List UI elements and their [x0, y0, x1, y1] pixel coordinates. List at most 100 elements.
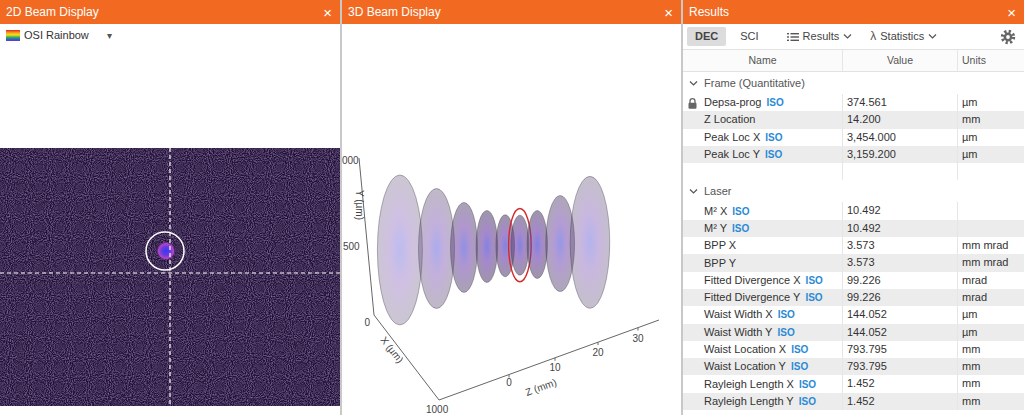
result-row[interactable]: Peak Loc XISO3,454.000µm	[683, 129, 1024, 146]
results-header: Results ×	[683, 0, 1024, 24]
value-cell: 1.452	[843, 393, 958, 410]
row-name: M² X	[704, 204, 727, 219]
row-name: Rayleigh Length Y	[704, 394, 794, 409]
units-cell: mm mrad	[958, 237, 1024, 254]
result-row[interactable]: Rayleigh Length XISO1.452mm	[683, 375, 1024, 392]
group-header[interactable]: Frame (Quantitative)	[683, 72, 1024, 94]
row-name: Waist Width X	[704, 307, 773, 322]
value-cell: 374.561	[843, 94, 958, 111]
value-cell: 14.200	[843, 111, 958, 128]
name-cell: Peak Loc YISO	[683, 146, 843, 163]
result-row[interactable]: Depsa-progISO374.561µm	[683, 94, 1024, 111]
column-header[interactable]: Name	[683, 50, 843, 71]
iso-tag: ISO	[799, 394, 816, 409]
row-name: Fitted Divergence X	[704, 273, 801, 288]
units-cell: µm	[958, 306, 1024, 323]
value-cell: 3,454.000	[843, 129, 958, 146]
x-axis	[374, 315, 439, 400]
result-row[interactable]: Waist Width YISO144.052µm	[683, 324, 1024, 341]
result-row[interactable]: M² XISO10.492	[683, 202, 1024, 219]
current-slice-outline	[565, 162, 615, 323]
row-name: Waist Location X	[704, 342, 786, 357]
beam-3d-panel: 3D Beam Display×0005000Y (µm)X (µm)10000…	[342, 0, 681, 415]
row-name: Waist Location Y	[704, 359, 786, 374]
format-label: SCI	[740, 30, 758, 42]
result-row[interactable]: Waist Location YISO793.795mm	[683, 358, 1024, 375]
settings-button[interactable]	[1000, 29, 1016, 45]
name-cell: Waist Location YISO	[683, 358, 843, 375]
crosshair-horizontal	[0, 272, 340, 273]
units-cell: µm	[958, 94, 1024, 111]
value-cell: 144.052	[843, 306, 958, 323]
close-button[interactable]: ×	[1005, 5, 1018, 20]
z-tick-label: 0	[506, 377, 512, 388]
lambda-icon: λ	[870, 29, 876, 44]
result-row[interactable]: M² Y ISO 10.492	[683, 220, 1024, 237]
z-tick	[638, 328, 639, 331]
row-name: BPP Y	[704, 256, 736, 271]
chevron-down-icon	[928, 33, 937, 40]
result-row[interactable]: Fitted Divergence YISO99.226mrad	[683, 289, 1024, 306]
name-cell: Waist Width XISO	[683, 306, 843, 323]
column-header[interactable]: Units	[958, 50, 1024, 71]
close-button[interactable]: ×	[321, 5, 334, 20]
format-label: DEC	[695, 30, 718, 42]
name-cell: BPP Y	[683, 254, 843, 271]
list-icon	[787, 32, 799, 42]
result-row[interactable]: Waist Width XISO144.052µm	[683, 306, 1024, 323]
row-name: Fitted Divergence Y	[704, 290, 800, 305]
iso-tag: ISO	[732, 221, 749, 236]
group-header[interactable]: Laser	[683, 180, 1024, 202]
colormap-label: OSI Rainbow	[24, 27, 89, 44]
result-row[interactable]: BPP X3.573mm mrad	[683, 237, 1024, 254]
panel-title: 3D Beam Display	[348, 3, 441, 21]
units-cell: mrad	[958, 289, 1024, 306]
y-axis-title: Y (µm)	[354, 190, 365, 220]
row-name: M² Y	[704, 221, 727, 236]
value-cell: 3.573	[843, 254, 958, 271]
beam-frame-image	[0, 148, 340, 406]
result-row[interactable]: Waist Location XISO793.795mm	[683, 341, 1024, 358]
result-row[interactable]: Rayleigh Length YISO1.452mm	[683, 393, 1024, 410]
group-name: Laser	[704, 183, 732, 200]
name-cell: Z Location	[683, 111, 843, 128]
units-cell: µm	[958, 129, 1024, 146]
close-button[interactable]: ×	[662, 5, 675, 20]
name-cell: M² X ISO	[683, 202, 843, 219]
value-cell: 793.795	[843, 341, 958, 358]
value-cell: 3,159.200	[843, 146, 958, 163]
z-tick-label: 10	[549, 362, 561, 373]
slice-ellipse	[419, 188, 455, 308]
menu-button[interactable]: Results	[781, 27, 859, 46]
slice-ellipse	[527, 210, 547, 278]
z-axis-title: Z (mm)	[524, 377, 558, 398]
result-row[interactable]: Z Location14.200mm	[683, 111, 1024, 128]
iso-tag: ISO	[732, 204, 749, 219]
menu-button[interactable]: λ Statistics	[864, 27, 943, 46]
result-row[interactable]	[683, 163, 1024, 180]
result-row[interactable]: Peak Loc YISO3,159.200µm	[683, 146, 1024, 163]
menu-label: Results	[803, 29, 840, 44]
result-row[interactable]: BPP Y3.573mm mrad	[683, 254, 1024, 271]
format-tab[interactable]: DEC	[687, 27, 726, 46]
format-tab[interactable]: SCI	[732, 27, 766, 46]
y-tick-label: 500	[343, 241, 360, 252]
row-name: Z Location	[704, 112, 755, 127]
units-cell: µm	[958, 146, 1024, 163]
value-cell: 1.452	[843, 375, 958, 392]
result-row[interactable]: Fitted Divergence XISO99.226mrad	[683, 272, 1024, 289]
panel-title: Results	[689, 3, 729, 21]
name-cell: Waist Width YISO	[683, 324, 843, 341]
row-name: Peak Loc X	[704, 130, 760, 145]
iso-tag: ISO	[805, 290, 822, 305]
name-cell: BPP X	[683, 237, 843, 254]
column-header-row: NameValueUnits	[683, 50, 1024, 72]
slice-ellipse	[570, 176, 610, 308]
menu-label: Statistics	[880, 29, 924, 44]
value-cell: 10.492	[843, 220, 958, 237]
units-cell: mm	[958, 358, 1024, 375]
colormap-dropdown[interactable]: OSI Rainbow▾	[6, 27, 112, 44]
row-name: Depsa-prog	[704, 95, 761, 110]
column-header[interactable]: Value	[843, 50, 958, 71]
lock-slot	[687, 97, 701, 109]
